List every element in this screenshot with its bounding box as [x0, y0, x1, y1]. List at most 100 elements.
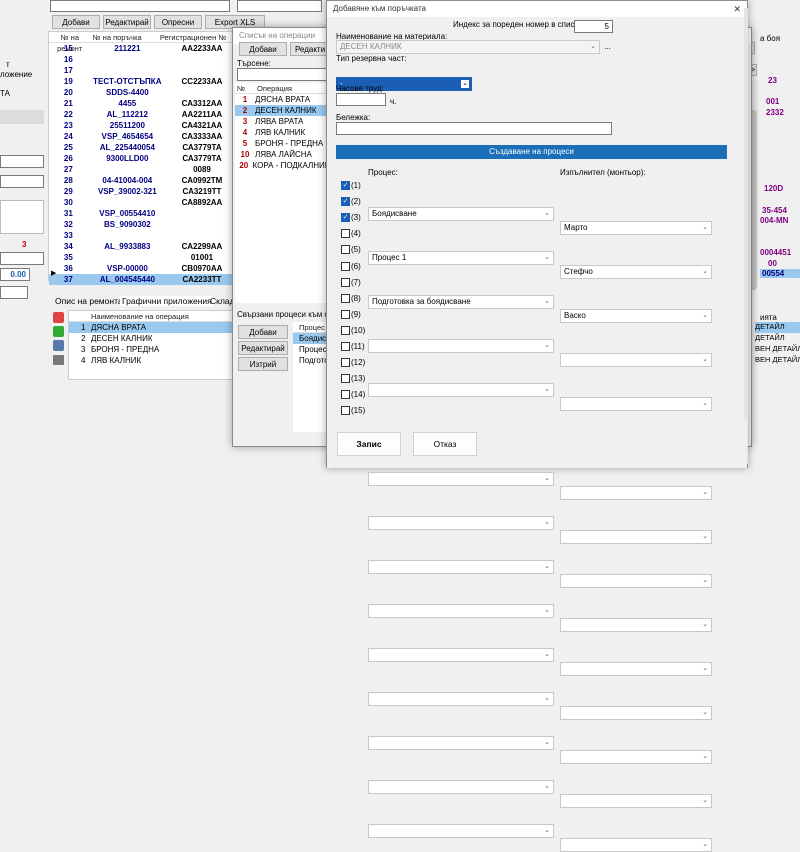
left-amount[interactable]: 0.00 — [0, 268, 30, 281]
executor-combo[interactable]: ⌄ — [560, 706, 712, 721]
linked-row[interactable]: Боядис — [293, 333, 327, 344]
process-combo[interactable]: ⌄ — [368, 559, 554, 574]
process-combo[interactable]: Процес 1 ⌄ — [368, 251, 554, 266]
executor-combo[interactable]: ⌄ — [560, 573, 712, 588]
table-row[interactable]: 32 BS_9090302 — [49, 219, 237, 230]
list-item[interactable]: 4 ЛЯВ КАЛНИК — [235, 127, 327, 138]
process-combo[interactable]: Подготовка за боядисване ⌄ — [368, 295, 554, 310]
tab-warehouse[interactable]: Склад — [210, 296, 235, 306]
list-item[interactable]: 20КОРА - ПОДКАЛНИК П — [235, 160, 327, 171]
table-row[interactable]: 36 VSP-00000 СВ0970АА — [49, 263, 237, 274]
process-combo[interactable]: ⌄ — [368, 824, 554, 839]
table-row[interactable]: 26 9300LLD00 СА3779ТА — [49, 153, 237, 164]
delete-operation-icon[interactable] — [53, 340, 64, 351]
table-row[interactable]: 31 VSP_00554410 — [49, 208, 237, 219]
table-row[interactable]: 16 — [49, 54, 237, 65]
left-field-3[interactable] — [0, 252, 44, 265]
operations-grid[interactable]: Наименование на операция 1 ДЯСНА ВРАТА 2 ДЕ… — [68, 310, 233, 380]
table-row[interactable]: 37 AL_004545440 СА2233ТТ — [49, 274, 237, 285]
executor-combo[interactable]: Васко ⌄ — [560, 309, 712, 324]
save-button[interactable]: Запис — [337, 432, 401, 456]
executor-combo[interactable]: ⌄ — [560, 838, 712, 852]
executor-combo[interactable]: ⌄ — [560, 353, 712, 368]
left-field-2[interactable] — [0, 175, 44, 188]
table-row[interactable]: 30 СА8892АА — [49, 197, 237, 208]
process-checkbox[interactable] — [341, 277, 350, 287]
left-field-1[interactable] — [0, 155, 44, 168]
list-item[interactable]: 2 ДЕСЕН КАЛНИК — [69, 333, 232, 344]
linked-row[interactable]: Подгото — [293, 355, 327, 366]
table-row[interactable]: 25 AL_225440054 СА3779ТА — [49, 142, 237, 153]
material-combo[interactable]: ДЕСЕН КАЛНИК ⌄ — [336, 40, 600, 54]
list-item[interactable]: 10 ЛЯВА ЛАЙСНА — [235, 149, 327, 160]
process-checkbox[interactable] — [341, 406, 350, 416]
executor-combo[interactable]: ⌄ — [560, 662, 712, 676]
executor-combo[interactable]: ⌄ — [560, 617, 712, 632]
table-row[interactable]: 17 — [49, 65, 237, 76]
index-input[interactable]: 5 — [574, 20, 613, 33]
process-checkbox[interactable] — [341, 245, 350, 255]
process-checkbox[interactable] — [341, 293, 350, 303]
process-combo[interactable]: Боядисване ⌄ — [368, 207, 554, 221]
executor-combo[interactable]: ⌄ — [560, 485, 712, 500]
executor-combo[interactable]: ⌄ — [560, 750, 712, 765]
table-row[interactable]: 15 211221 АА2233АА — [49, 43, 237, 54]
table-row[interactable]: 24 VSP_4654654 СА3333АА — [49, 131, 237, 142]
process-checkbox[interactable] — [341, 342, 350, 351]
cancel-button[interactable]: Отказ — [413, 432, 477, 456]
table-row[interactable]: 34 AL_9933883 СА2299АА — [49, 241, 237, 252]
process-combo[interactable]: ⌄ — [368, 603, 554, 618]
process-combo[interactable]: ⌄ — [368, 692, 554, 707]
list-item[interactable]: 3 ЛЯВА ВРАТА — [235, 116, 327, 127]
process-checkbox[interactable]: ✓ — [341, 213, 350, 223]
executor-combo[interactable]: ⌄ — [560, 397, 712, 412]
process-combo[interactable]: ⌄ — [368, 736, 554, 751]
left-memo[interactable] — [0, 200, 44, 234]
add-button[interactable]: Добави — [52, 15, 100, 29]
list-item[interactable]: 2 ДЕСЕН КАЛНИК — [235, 105, 327, 116]
process-checkbox[interactable] — [341, 390, 350, 400]
top-input[interactable] — [237, 0, 322, 12]
repairs-grid[interactable]: № на ремонт № на поръчка Регистрационен … — [48, 31, 238, 285]
material-browse-button[interactable]: ... — [602, 40, 613, 53]
table-row[interactable]: 28 04-41004-004 СА0992ТМ — [49, 175, 237, 186]
dialog-scroll-track[interactable] — [744, 8, 748, 464]
linked-edit-button[interactable]: Редактирай — [238, 341, 288, 355]
table-row[interactable]: 35 01001 — [49, 252, 237, 263]
table-row[interactable]: 33 — [49, 230, 237, 241]
executor-combo[interactable]: ⌄ — [560, 529, 712, 544]
linked-add-button[interactable]: Добави — [238, 325, 288, 339]
hours-input[interactable] — [336, 93, 386, 106]
ops-edit-button[interactable]: Редакти — [290, 42, 330, 56]
table-row[interactable]: 29 VSP_39002-321 СА3219ТТ — [49, 186, 237, 197]
tab-repair-list[interactable]: Опис на ремонта — [55, 296, 123, 306]
process-checkbox[interactable] — [341, 229, 350, 239]
table-row[interactable]: 21 4455 СА3312АА — [49, 98, 237, 109]
edit-operation-icon[interactable] — [53, 326, 64, 337]
tab-graphics[interactable]: Графични приложения — [120, 296, 214, 306]
process-checkbox[interactable] — [341, 358, 350, 368]
add-operation-icon[interactable] — [53, 312, 64, 323]
close-icon[interactable]: ✕ — [733, 1, 741, 17]
process-combo[interactable]: ⌄ — [368, 780, 554, 795]
process-combo[interactable]: ⌄ — [368, 383, 554, 398]
process-checkbox[interactable]: ✓ — [341, 181, 350, 190]
linked-processes-grid[interactable]: Процес Боядис Процес Подгото — [293, 322, 327, 432]
executor-combo[interactable]: Стефчо ⌄ — [560, 265, 712, 280]
executor-combo[interactable]: Марто ⌄ — [560, 221, 712, 235]
process-checkbox[interactable] — [341, 374, 350, 384]
process-combo[interactable]: ⌄ — [368, 648, 554, 662]
table-row[interactable]: 20 SDDS-4400 — [49, 87, 237, 98]
edit-button[interactable]: Редактирай — [103, 15, 151, 29]
table-row[interactable]: 23 25511200 СА4321АА — [49, 120, 237, 131]
refresh-button[interactable]: Опресни — [154, 15, 202, 29]
table-row[interactable]: 27 0089 — [49, 164, 237, 175]
print-icon[interactable] — [53, 355, 64, 365]
list-item[interactable]: 1 ДЯСНА ВРАТА — [235, 94, 327, 105]
ops-add-button[interactable]: Добави — [239, 42, 287, 56]
process-combo[interactable]: ⌄ — [368, 339, 554, 354]
process-combo[interactable]: ⌄ — [368, 515, 554, 530]
table-row[interactable]: 19 ТЕСТ-ОТСТЪПКА СС2233АА — [49, 76, 237, 87]
executor-combo[interactable]: ⌄ — [560, 794, 712, 809]
list-item[interactable]: 1 ДЯСНА ВРАТА — [69, 322, 232, 333]
